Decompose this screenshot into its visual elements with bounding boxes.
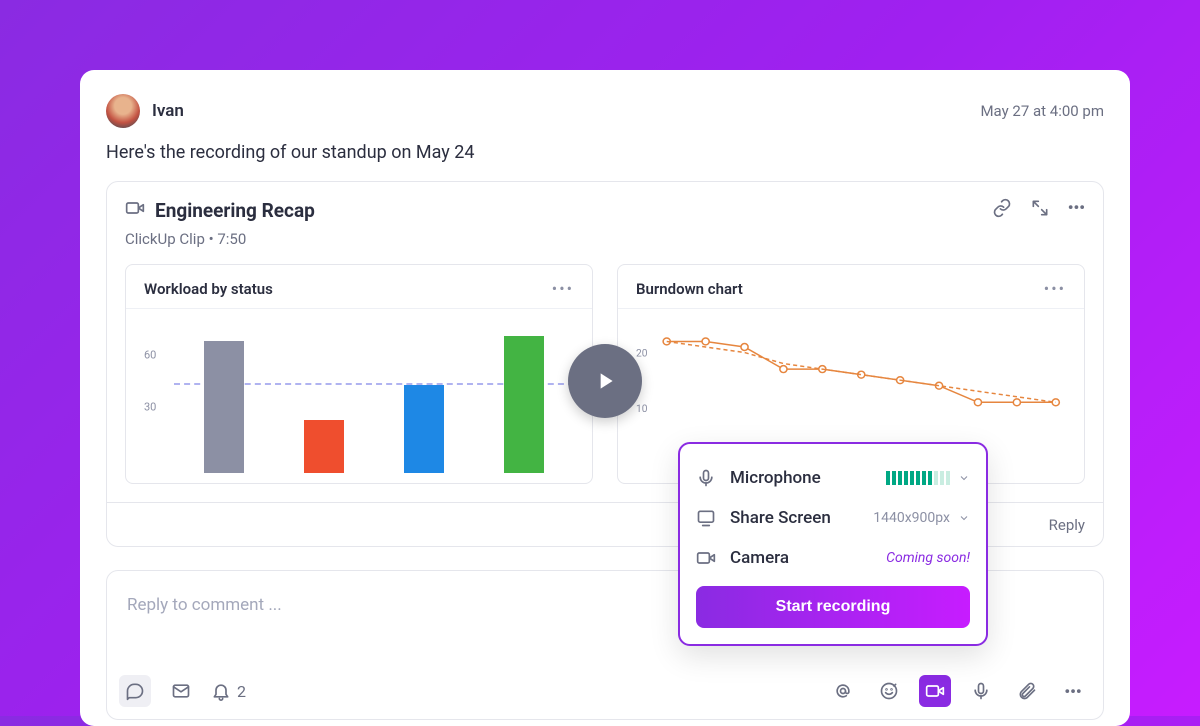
more-icon[interactable]: ••• — [1068, 198, 1085, 222]
author-name: Ivan — [152, 101, 184, 121]
clip-subtitle: ClickUp Clip • 7:50 — [125, 230, 1085, 248]
notification-count: 2 — [237, 682, 246, 701]
link-icon[interactable] — [992, 198, 1012, 222]
emoji-icon[interactable] — [873, 675, 905, 707]
share-screen-label: Share Screen — [730, 508, 831, 528]
burndown-title: Burndown chart — [636, 280, 743, 298]
speech-bubble-icon[interactable] — [119, 675, 151, 707]
mail-icon[interactable] — [165, 675, 197, 707]
comment-body: Here's the recording of our standup on M… — [106, 142, 1104, 163]
share-screen-value: 1440x900px — [873, 510, 950, 526]
expand-icon[interactable] — [1030, 198, 1050, 222]
clip-header: Engineering Recap ••• — [125, 198, 1085, 222]
panel-more-icon[interactable]: ••• — [552, 279, 574, 298]
avatar[interactable] — [106, 94, 140, 128]
camera-coming-soon: Coming soon! — [886, 550, 970, 566]
record-video-button[interactable] — [919, 675, 951, 707]
chevron-down-icon[interactable] — [958, 512, 970, 524]
clip-title: Engineering Recap — [155, 199, 315, 222]
chevron-down-icon[interactable] — [958, 472, 970, 484]
attachment-icon[interactable] — [1011, 675, 1043, 707]
comment-thread-card: Ivan May 27 at 4:00 pm Here's the record… — [80, 70, 1130, 726]
composer-toolbar: 2 ••• — [119, 675, 1089, 707]
reply-button[interactable]: Reply — [1049, 516, 1085, 534]
svg-text:10: 10 — [636, 404, 648, 415]
workload-title: Workload by status — [144, 280, 273, 298]
recorder-popover: Microphone Share Screen 1440x900px Camer… — [678, 442, 988, 646]
camera-icon — [696, 548, 716, 568]
mention-icon[interactable] — [827, 675, 859, 707]
camera-label: Camera — [730, 548, 789, 568]
toolbar-more-icon[interactable]: ••• — [1057, 675, 1089, 707]
comment-timestamp: May 27 at 4:00 pm — [980, 102, 1104, 120]
clip-actions: ••• — [992, 198, 1085, 222]
svg-text:20: 20 — [636, 349, 648, 360]
mic-label: Microphone — [730, 468, 821, 488]
panel-more-icon[interactable]: ••• — [1044, 279, 1066, 298]
video-icon — [125, 198, 145, 222]
mic-level-meter — [886, 471, 950, 485]
workload-chart: 3060 — [144, 315, 574, 473]
microphone-icon — [696, 468, 716, 488]
notifications-button[interactable]: 2 — [211, 681, 246, 701]
start-recording-button[interactable]: Start recording — [696, 586, 970, 628]
screen-icon — [696, 508, 716, 528]
workload-panel: Workload by status ••• 3060 — [125, 264, 593, 484]
record-audio-button[interactable] — [965, 675, 997, 707]
recorder-mic-row[interactable]: Microphone — [696, 458, 970, 498]
recorder-camera-row: Camera Coming soon! — [696, 538, 970, 578]
play-button[interactable] — [568, 344, 642, 418]
comment-header: Ivan May 27 at 4:00 pm — [106, 94, 1104, 128]
recorder-screen-row[interactable]: Share Screen 1440x900px — [696, 498, 970, 538]
